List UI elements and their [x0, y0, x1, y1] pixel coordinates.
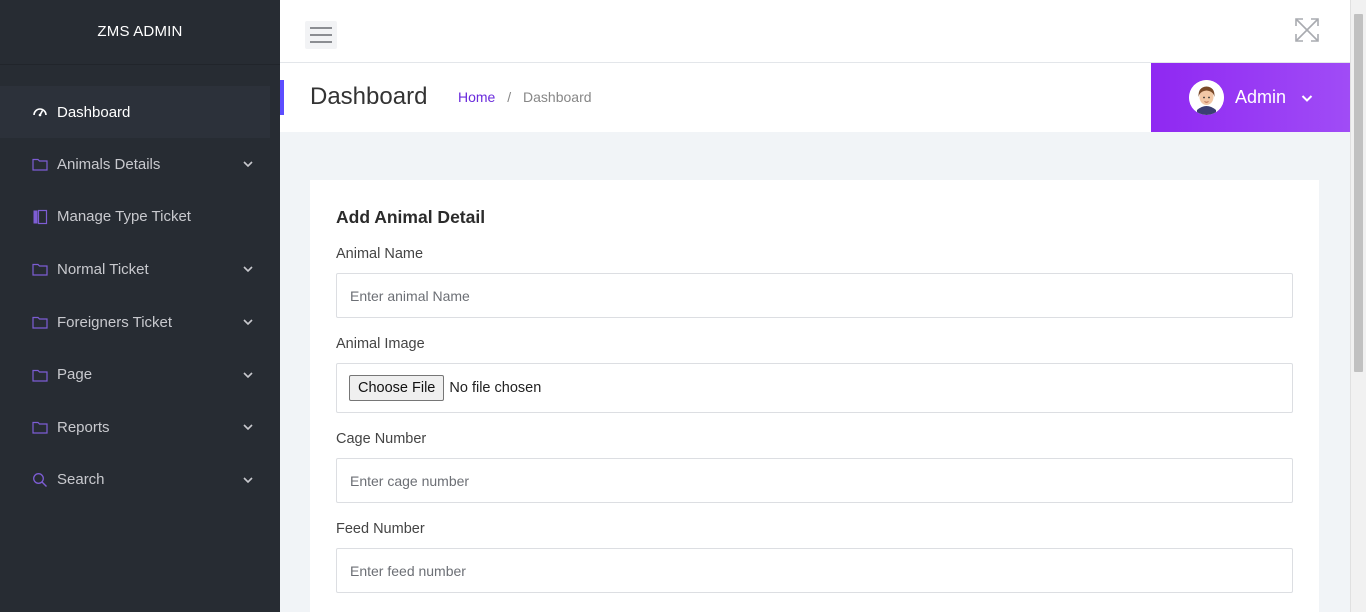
sidebar-item-manage-type-ticket[interactable]: Manage Type Ticket: [0, 191, 280, 244]
sidebar-item-label: Page: [57, 366, 93, 384]
animal-image-label: Animal Image: [336, 336, 425, 352]
menu-toggle-button[interactable]: [305, 21, 337, 49]
page-scrollbar[interactable]: [1350, 0, 1366, 612]
folder-icon: [32, 156, 48, 172]
search-icon: [32, 472, 48, 488]
avatar: [1189, 80, 1224, 115]
cage-number-input[interactable]: [336, 458, 1293, 503]
brand-title[interactable]: ZMS ADMIN: [0, 0, 280, 65]
hamburger-line: [310, 34, 332, 36]
breadcrumb: Home / Dashboard: [458, 89, 592, 105]
breadcrumb-home-link[interactable]: Home: [458, 89, 495, 105]
hamburger-line: [310, 27, 332, 29]
sidebar-nav: Dashboard Animals Details Manage Type Ti…: [0, 65, 280, 506]
feed-number-input[interactable]: [336, 548, 1293, 593]
animal-name-label: Animal Name: [336, 246, 424, 262]
folder-icon: [32, 314, 48, 330]
sidebar-item-label: Foreigners Ticket: [57, 313, 173, 331]
page-title-bar: Dashboard Home / Dashboard Admin: [280, 63, 1350, 132]
top-header: [280, 0, 1350, 63]
form-title: Add Animal Detail: [336, 207, 486, 227]
page-title: Dashboard: [310, 83, 428, 110]
feed-number-label: Feed Number: [336, 521, 425, 537]
chevron-down-icon: [243, 477, 253, 483]
sidebar-item-search[interactable]: Search: [0, 454, 280, 507]
hamburger-line: [310, 41, 332, 43]
fullscreen-expand-icon[interactable]: [1294, 17, 1320, 43]
chevron-down-icon: [243, 161, 253, 168]
chevron-down-icon: [243, 319, 253, 326]
choose-file-button[interactable]: Choose File: [349, 375, 445, 401]
folder-icon: [32, 261, 48, 277]
folder-icon: [32, 367, 48, 383]
sidebar-item-normal-ticket[interactable]: Normal Ticket: [0, 243, 280, 296]
file-status-text: No file chosen: [449, 380, 542, 396]
chevron-down-icon: [243, 372, 253, 378]
sidebar-item-label: Dashboard: [57, 103, 131, 121]
breadcrumb-separator: /: [507, 89, 512, 105]
book-icon: [32, 209, 48, 225]
sidebar-item-label: Manage Type Ticket: [57, 208, 191, 226]
user-menu-button[interactable]: Admin: [1151, 63, 1350, 132]
sidebar-item-label: Search: [57, 471, 105, 489]
sidebar-item-label: Reports: [57, 418, 110, 436]
sidebar-item-label: Animals Details: [57, 155, 161, 173]
user-name: Admin: [1235, 87, 1287, 107]
sidebar-item-label: Normal Ticket: [57, 260, 149, 278]
chevron-down-icon: [243, 424, 253, 431]
add-animal-card: Add Animal Detail Animal Name Animal Ima…: [310, 180, 1319, 612]
chevron-down-icon: [243, 266, 253, 273]
breadcrumb-current: Dashboard: [523, 89, 592, 105]
chevron-down-icon: [1301, 94, 1313, 102]
folder-icon: [32, 419, 48, 435]
animal-image-file-field: Choose File No file chosen: [336, 363, 1293, 413]
sidebar-item-animals-details[interactable]: Animals Details: [0, 138, 280, 191]
cage-number-label: Cage Number: [336, 431, 427, 447]
dashboard-gauge-icon: [32, 104, 48, 120]
scrollbar-thumb[interactable]: [1354, 14, 1363, 372]
sidebar-item-foreigners-ticket[interactable]: Foreigners Ticket: [0, 296, 280, 349]
sidebar-item-dashboard[interactable]: Dashboard: [0, 86, 270, 138]
sidebar-item-reports[interactable]: Reports: [0, 401, 280, 454]
sidebar-item-page[interactable]: Page: [0, 348, 280, 401]
sidebar: ZMS ADMIN Dashboard Animals Details Mana…: [0, 0, 280, 612]
animal-name-input[interactable]: [336, 273, 1293, 318]
title-accent-bar: [280, 80, 284, 115]
